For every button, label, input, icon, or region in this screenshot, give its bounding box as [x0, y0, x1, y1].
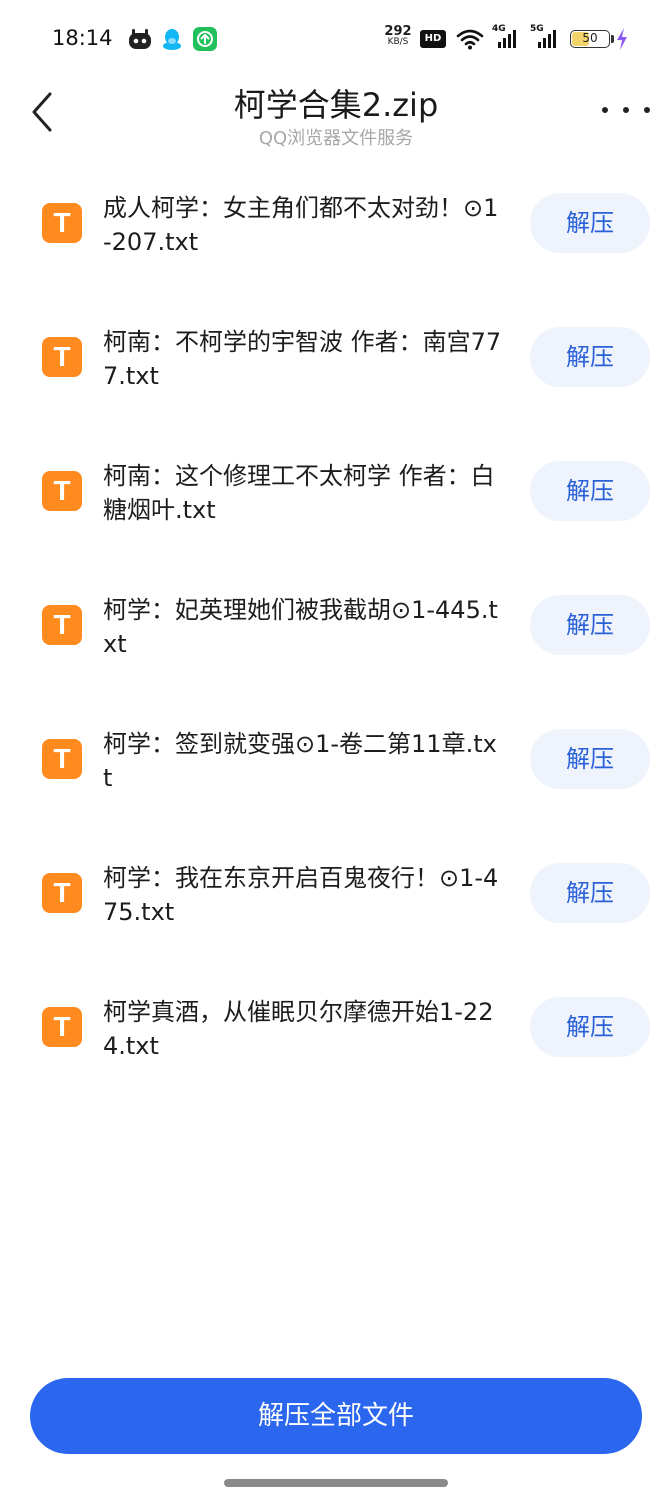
more-horizontal-icon: [602, 107, 608, 113]
file-row: T 柯南：这个修理工不太柯学 作者：白糖烟叶.txt 解压: [0, 438, 672, 548]
green-upload-app-icon: [193, 27, 217, 51]
file-row: T 成人柯学：女主角们都不太对劲！⊙1-207.txt 解压: [0, 170, 672, 280]
page-title: 柯学合集2.zip: [233, 86, 439, 124]
battery-icon: 50: [570, 30, 610, 48]
extract-button[interactable]: 解压: [530, 863, 650, 923]
hd-voice-badge: HD: [420, 30, 446, 48]
signal-5g-icon: 5G: [530, 24, 562, 48]
extract-button[interactable]: 解压: [530, 997, 650, 1057]
file-name: 柯学真酒，从催眠贝尔摩德开始1-224.txt: [103, 998, 494, 1060]
robot-app-icon: [129, 29, 151, 49]
extract-button[interactable]: 解压: [530, 595, 650, 655]
battery-level: 50: [582, 31, 598, 45]
file-name: 柯学：签到就变强⊙1-卷二第11章.txt: [103, 730, 497, 792]
charging-bolt-icon: [617, 28, 627, 50]
text-file-icon: T: [42, 873, 82, 913]
text-file-icon: T: [42, 203, 82, 243]
wifi-icon: [456, 29, 484, 50]
extract-button[interactable]: 解压: [530, 193, 650, 253]
text-file-icon: T: [42, 605, 82, 645]
file-name: 成人柯学：女主角们都不太对劲！⊙1-207.txt: [103, 194, 499, 256]
battery-tip: [611, 35, 614, 43]
status-time: 18:14: [52, 26, 113, 50]
text-file-icon: T: [42, 739, 82, 779]
page-subtitle: QQ浏览器文件服务: [258, 128, 414, 149]
file-name: 柯南：这个修理工不太柯学 作者：白糖烟叶.txt: [103, 462, 495, 524]
signal-4g-icon: 4G: [492, 24, 522, 48]
network-speed: 292 KB/S: [383, 25, 413, 48]
file-name: 柯学：妃英理她们被我截胡⊙1-445.txt: [103, 596, 498, 658]
extract-button[interactable]: 解压: [530, 327, 650, 387]
home-indicator[interactable]: [224, 1479, 448, 1487]
file-name: 柯学：我在东京开启百鬼夜行！⊙1-475.txt: [103, 864, 499, 926]
text-file-icon: T: [42, 471, 82, 511]
extract-button[interactable]: 解压: [530, 461, 650, 521]
status-bar: 18:14 292 KB/S HD 4G 5G 50: [0, 0, 672, 78]
extract-button[interactable]: 解压: [530, 729, 650, 789]
text-file-icon: T: [42, 1007, 82, 1047]
more-options-button[interactable]: [602, 96, 650, 124]
extract-all-button[interactable]: 解压全部文件: [30, 1378, 642, 1454]
file-row: T 柯学：我在东京开启百鬼夜行！⊙1-475.txt 解压: [0, 840, 672, 950]
file-row: T 柯学真酒，从催眠贝尔摩德开始1-224.txt 解压: [0, 974, 672, 1084]
file-name: 柯南：不柯学的宇智波 作者：南宫777.txt: [103, 328, 502, 390]
text-file-icon: T: [42, 337, 82, 377]
file-row: T 柯南：不柯学的宇智波 作者：南宫777.txt 解压: [0, 304, 672, 414]
file-row: T 柯学：签到就变强⊙1-卷二第11章.txt 解压: [0, 706, 672, 816]
file-row: T 柯学：妃英理她们被我截胡⊙1-445.txt 解压: [0, 572, 672, 682]
qq-penguin-icon: [163, 29, 181, 50]
